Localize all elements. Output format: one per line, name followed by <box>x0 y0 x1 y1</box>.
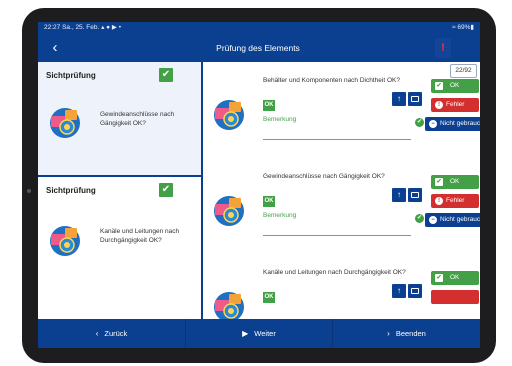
not-used-button-label: Nicht gebraucht <box>440 120 480 127</box>
inspection-illustration-icon <box>214 100 244 130</box>
inspection-illustration-icon <box>50 226 80 256</box>
screen: 22:27 Sa., 25. Feb. ▴ ● ▶ • ≈ 69%▮ ‹ Prü… <box>38 22 480 348</box>
ok-button[interactable]: ✔ OK <box>431 79 479 93</box>
check-icon: ✔ <box>435 178 443 186</box>
finish-button-label: Beenden <box>395 329 426 338</box>
back-button-label: Zurück <box>104 329 128 338</box>
camera-button[interactable] <box>408 188 422 202</box>
check-icon: ✔ <box>435 82 443 90</box>
error-button-label: Fehler <box>446 197 465 204</box>
minus-circle-icon: − <box>429 216 437 224</box>
minus-circle-icon: − <box>429 120 437 128</box>
checklist-item: Behälter und Komponenten nach Dichtheit … <box>203 76 480 166</box>
tablet-camera <box>27 189 31 193</box>
result-badge: OK <box>263 100 275 111</box>
camera-icon <box>411 288 419 294</box>
remark-input[interactable] <box>263 139 411 140</box>
check-icon: ✔ <box>159 183 173 197</box>
check-circle-icon: ✔ <box>415 118 424 127</box>
next-button[interactable]: ▶ Weiter <box>186 319 332 348</box>
camera-button[interactable] <box>408 92 422 106</box>
app-bar: ‹ Prüfung des Elements ! <box>38 34 480 62</box>
status-bar: 22:27 Sa., 25. Feb. ▴ ● ▶ • ≈ 69%▮ <box>38 22 480 34</box>
question-text: Behälter und Komponenten nach Dichtheit … <box>263 77 400 84</box>
ok-button-label: OK <box>450 178 460 185</box>
bottom-nav: ‹ Zurück ▶ Weiter › Beenden <box>38 319 480 348</box>
chevron-right-icon: › <box>387 329 390 338</box>
checklist-item: Gewindeanschlüsse nach Gängigkeit OK? OK… <box>203 172 480 262</box>
not-used-button[interactable]: −Nicht gebraucht <box>425 117 480 131</box>
result-badge: OK <box>263 196 275 207</box>
next-button-label: Weiter <box>254 329 276 338</box>
inspection-illustration-icon <box>50 108 80 138</box>
page-title: Prüfung des Elements <box>216 43 300 53</box>
ok-button-label: OK <box>450 82 460 89</box>
error-button[interactable]: ! Fehler <box>431 194 479 208</box>
status-time-date: 22:27 Sa., 25. Feb. ▴ ● ▶ • <box>44 24 121 31</box>
remark-label: Bemerkung <box>263 116 297 123</box>
ok-button-label: OK <box>450 274 460 281</box>
upload-button[interactable]: ↑ <box>392 284 406 298</box>
camera-icon <box>411 96 419 102</box>
status-battery: ≈ 69%▮ <box>452 24 474 31</box>
upload-icon: ↑ <box>397 190 401 199</box>
camera-button[interactable] <box>408 284 422 298</box>
error-button-label: Fehler <box>446 101 465 108</box>
play-icon: ▶ <box>242 329 249 338</box>
remark-label: Bemerkung <box>263 212 297 219</box>
sidebar-card-2[interactable]: Sichtprüfung ✔ Kanäle und Leitungen nach… <box>38 177 201 319</box>
question-text: Gewindeanschlüsse nach Gängigkeit OK? <box>263 173 385 180</box>
not-used-button[interactable]: −Nicht gebraucht <box>425 213 480 227</box>
not-used-button-label: Nicht gebraucht <box>440 216 480 223</box>
ok-button[interactable]: ✔ OK <box>431 271 479 285</box>
remark-input[interactable] <box>263 235 411 236</box>
question-text: Kanäle und Leitungen nach Durchgängigkei… <box>263 269 406 276</box>
error-button[interactable] <box>431 290 479 304</box>
checklist-panel: 22/92 Behälter und Komponenten nach Dich… <box>203 62 480 319</box>
upload-button[interactable]: ↑ <box>392 188 406 202</box>
check-circle-icon: ✔ <box>415 214 424 223</box>
result-badge: OK <box>263 292 275 303</box>
exclamation-icon: ! <box>435 101 443 109</box>
checklist-item: Kanäle und Leitungen nach Durchgängigkei… <box>203 268 480 319</box>
back-button[interactable]: ‹ Zurück <box>38 319 185 348</box>
upload-button[interactable]: ↑ <box>392 92 406 106</box>
back-arrow-icon[interactable]: ‹ <box>46 38 64 58</box>
inspection-illustration-icon <box>214 292 244 319</box>
upload-icon: ↑ <box>397 286 401 295</box>
exclamation-icon: ! <box>435 197 443 205</box>
upload-icon: ↑ <box>397 94 401 103</box>
camera-icon <box>411 192 419 198</box>
alert-button[interactable]: ! <box>435 38 451 58</box>
check-icon: ✔ <box>435 274 443 282</box>
error-button[interactable]: ! Fehler <box>431 98 479 112</box>
finish-button[interactable]: › Beenden <box>333 319 480 348</box>
inspection-illustration-icon <box>214 196 244 226</box>
sidebar-card-description: Kanäle und Leitungen nach Durchgängigkei… <box>100 228 180 244</box>
sidebar: Sichtprüfung ✔ Gewindeanschlüsse nach Gä… <box>38 62 201 319</box>
chevron-left-icon: ‹ <box>95 329 99 338</box>
tablet-frame: 22:27 Sa., 25. Feb. ▴ ● ▶ • ≈ 69%▮ ‹ Prü… <box>22 8 496 363</box>
sidebar-card-1[interactable]: Sichtprüfung ✔ Gewindeanschlüsse nach Gä… <box>38 62 201 177</box>
ok-button[interactable]: ✔ OK <box>431 175 479 189</box>
sidebar-card-title: Sichtprüfung <box>46 186 96 195</box>
sidebar-card-description: Gewindeanschlüsse nach Gängigkeit OK? <box>100 111 175 127</box>
sidebar-card-title: Sichtprüfung <box>46 71 96 80</box>
check-icon: ✔ <box>159 68 173 82</box>
